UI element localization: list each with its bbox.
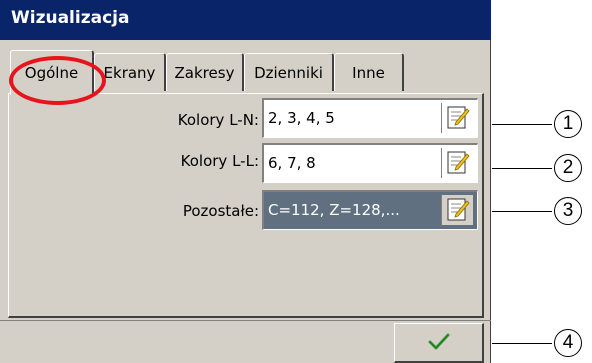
tab-dzienniki[interactable]: Dzienniki: [244, 53, 334, 91]
window-title: Wizualizacja: [11, 8, 130, 28]
callout-line-4: [492, 343, 552, 344]
callout-marker-2: 2: [554, 154, 582, 182]
tab-zakresy[interactable]: Zakresy: [166, 53, 244, 91]
window: Wizualizacja Ogólne Ekrany Zakresy Dzien…: [0, 0, 491, 363]
tab-label: Inne: [352, 63, 385, 82]
callout-line-3: [492, 211, 552, 212]
title-bar: Wizualizacja: [0, 0, 491, 40]
tab-label: Ekrany: [103, 63, 156, 82]
tab-label: Ogólne: [24, 64, 79, 82]
tab-ekrany[interactable]: Ekrany: [94, 53, 166, 91]
tab-label: Dzienniki: [254, 63, 323, 82]
tab-inne[interactable]: Inne: [334, 53, 404, 91]
callout-marker-4: 4: [554, 329, 582, 357]
tab-panel-ogolne: [8, 93, 484, 318]
tab-strip: Ogólne Ekrany Zakresy Dzienniki Inne: [0, 50, 491, 95]
callout-line-2: [492, 168, 552, 169]
callout-marker-1: 1: [554, 110, 582, 138]
ok-button[interactable]: [394, 323, 484, 363]
tab-label: Zakresy: [174, 63, 235, 82]
callout-marker-3: 3: [554, 197, 582, 225]
callout-line-1: [492, 124, 552, 125]
tab-ogolne[interactable]: Ogólne: [10, 50, 94, 95]
checkmark-icon: [428, 332, 450, 354]
